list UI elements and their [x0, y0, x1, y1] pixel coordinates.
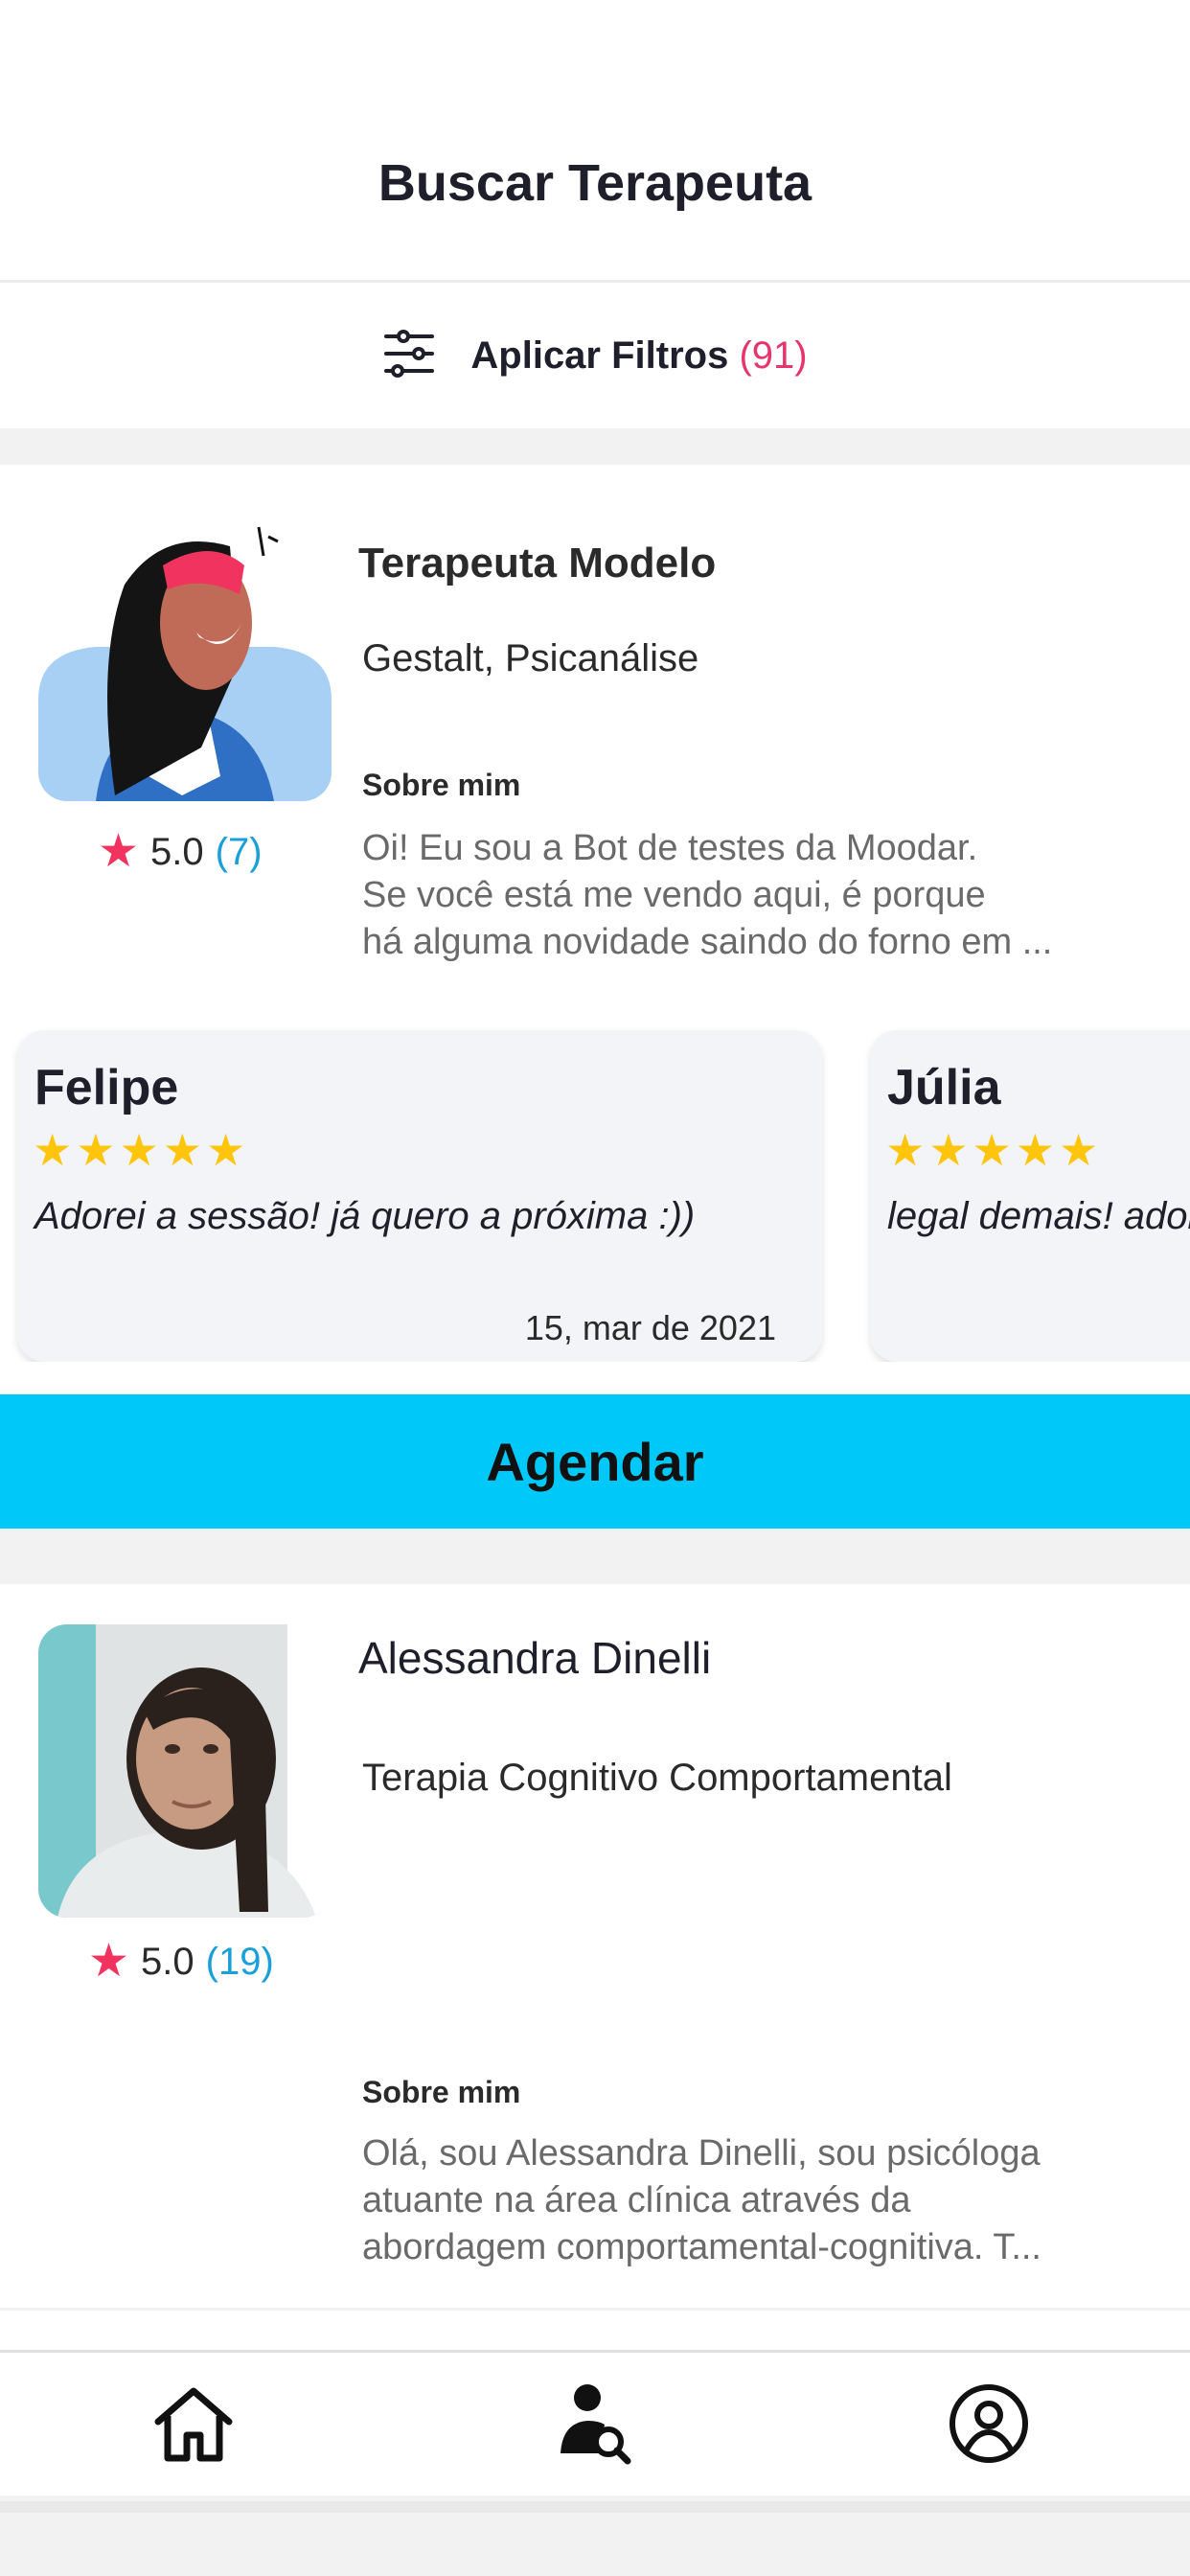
about-label: Sobre mim — [362, 768, 521, 802]
reviews-count[interactable]: (19) — [206, 1941, 274, 1984]
rating: ★ 5.0 (7) — [98, 829, 263, 875]
bottom-navigation — [0, 2350, 1190, 2496]
therapist-name: Terapeuta Modelo — [358, 540, 717, 586]
header: Buscar Terapeuta — [0, 0, 1190, 280]
therapist-name: Alessandra Dinelli — [358, 1633, 712, 1683]
reviewer-name: Júlia — [887, 1060, 1001, 1116]
apply-filters-label: Aplicar Filtros (91) — [470, 334, 808, 377]
therapist-avatar[interactable] — [38, 1624, 332, 1918]
divider — [0, 2308, 1190, 2311]
home-icon — [150, 2383, 237, 2469]
schedule-button[interactable]: Agendar — [0, 1394, 1190, 1529]
review-date: 15, mar de 2021 — [524, 1308, 776, 1347]
filter-sliders-icon — [382, 327, 436, 385]
rating-value: 5.0 — [150, 830, 204, 873]
therapist-specialties: Gestalt, Psicanálise — [362, 637, 699, 679]
section-gap — [0, 1529, 1190, 1584]
nav-home[interactable] — [126, 2353, 261, 2498]
therapist-avatar[interactable] — [38, 508, 332, 801]
review-text: legal demais! adorei — [887, 1195, 1190, 1237]
search-therapist-icon — [551, 2380, 637, 2472]
star-icon: ★ — [98, 826, 140, 877]
therapist-card: ★ 5.0 (19) Alessandra Dinelli Terapia Co… — [0, 1584, 1190, 2351]
review-text: Adorei a sessão! já quero a próxima :)) — [34, 1195, 696, 1237]
review-card: Felipe ★★★★★ Adorei a sessão! já quero a… — [17, 1030, 822, 1362]
profile-icon — [948, 2382, 1030, 2470]
about-text: Oi! Eu sou a Bot de testes da Moodar. Se… — [362, 828, 1053, 962]
star-icon: ★ — [88, 1936, 130, 1987]
therapist-card: ★ 5.0 (7) Terapeuta Modelo Gestalt, Psic… — [0, 465, 1190, 1394]
therapist-specialties: Terapia Cognitivo Comportamental — [362, 1757, 952, 1799]
reviews-carousel[interactable]: Felipe ★★★★★ Adorei a sessão! já quero a… — [0, 1001, 1190, 1362]
apply-filters-button[interactable]: Aplicar Filtros (91) — [0, 283, 1190, 428]
about-label: Sobre mim — [362, 2075, 521, 2109]
rating: ★ 5.0 (19) — [88, 1939, 274, 1985]
about-text: Olá, sou Alessandra Dinelli, sou psicólo… — [362, 2133, 1041, 2267]
section-gap — [0, 428, 1190, 465]
reviewer-name: Felipe — [34, 1060, 179, 1116]
rating-value: 5.0 — [141, 1940, 195, 1983]
nav-search-therapist[interactable] — [527, 2353, 661, 2498]
page-title: Buscar Terapeuta — [378, 154, 812, 212]
system-bar — [0, 2496, 1190, 2576]
review-stars: ★★★★★ — [885, 1125, 1103, 1175]
reviews-count[interactable]: (7) — [216, 831, 263, 874]
filters-count: (91) — [739, 334, 808, 377]
review-stars: ★★★★★ — [33, 1125, 250, 1175]
review-card: Júlia ★★★★★ legal demais! adorei — [870, 1030, 1190, 1362]
nav-profile[interactable] — [922, 2353, 1056, 2498]
